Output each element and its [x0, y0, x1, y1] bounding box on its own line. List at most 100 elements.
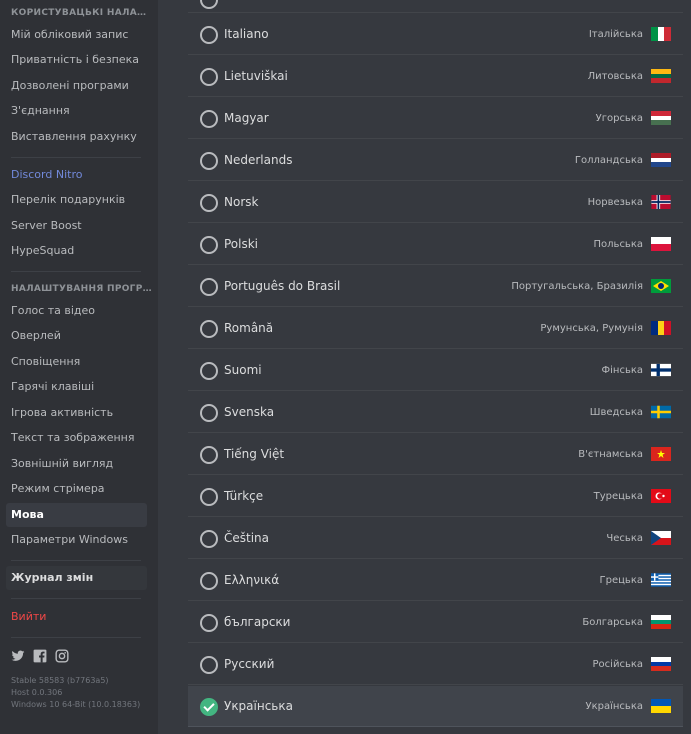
flag-ua-icon: [651, 699, 671, 713]
flag-it-icon: [651, 27, 671, 41]
language-native-name: Фінська: [601, 365, 643, 376]
radio-button[interactable]: [200, 656, 218, 674]
language-name: български: [224, 615, 291, 629]
radio-button[interactable]: [200, 194, 218, 212]
radio-button[interactable]: [200, 278, 218, 296]
radio-button[interactable]: [200, 614, 218, 632]
language-native-name: Литовська: [587, 71, 643, 82]
language-row-partial[interactable]: [188, 0, 683, 13]
radio-button[interactable]: [200, 110, 218, 128]
language-row[interactable]: Türkçe Турецька: [188, 476, 683, 517]
language-native-name: Українська: [585, 701, 644, 712]
flag-lt-icon: [651, 69, 671, 83]
radio-button[interactable]: [200, 320, 218, 338]
flag-br-icon: [651, 279, 671, 293]
language-native-name: Грецька: [599, 575, 643, 586]
build-info-host: Host 0.0.306: [11, 688, 63, 697]
radio-button[interactable]: [200, 0, 218, 9]
language-row[interactable]: Magyar Угорська: [188, 98, 683, 139]
sidebar-item-windows-settings[interactable]: Параметри Windows: [6, 528, 147, 552]
language-name: Čeština: [224, 531, 270, 545]
flag-vn-icon: [651, 447, 671, 461]
flag-ru-icon: [651, 657, 671, 671]
instagram-icon[interactable]: [55, 648, 69, 663]
radio-button[interactable]: [200, 446, 218, 464]
sidebar-item-streamer-mode[interactable]: Режим стрімера: [6, 477, 147, 501]
sidebar-item-my-account[interactable]: Мій обліковий запис: [6, 23, 147, 47]
language-name: Suomi: [224, 363, 262, 377]
radio-button-checked[interactable]: [200, 698, 218, 716]
language-name: Nederlands: [224, 153, 293, 167]
radio-button[interactable]: [200, 572, 218, 590]
social-links: [11, 648, 69, 663]
language-name: Lietuviškai: [224, 69, 288, 83]
language-native-name: Португальська, Бразилія: [511, 281, 643, 292]
language-row[interactable]: Nederlands Голландська: [188, 140, 683, 181]
user-settings-header: КОРИСТУВАЦЬКІ НАЛАШТУВАННЯ: [11, 8, 153, 18]
language-row[interactable]: Suomi Фінська: [188, 350, 683, 391]
radio-button[interactable]: [200, 68, 218, 86]
radio-button[interactable]: [200, 362, 218, 380]
flag-ro-icon: [651, 321, 671, 335]
sidebar-item-keybinds[interactable]: Гарячі клавіші: [6, 375, 147, 399]
language-row[interactable]: Ελληνικά Грецька: [188, 560, 683, 601]
sidebar-item-language[interactable]: Мова: [6, 503, 147, 527]
sidebar-item-changelog[interactable]: Журнал змін: [6, 566, 147, 590]
twitter-icon[interactable]: [11, 648, 25, 662]
language-row[interactable]: Română Румунська, Румунія: [188, 308, 683, 349]
language-name: Norsk: [224, 195, 259, 209]
sidebar-item-voice-video[interactable]: Голос та відео: [6, 299, 147, 323]
flag-gr-icon: [651, 573, 671, 587]
flag-pl-icon: [651, 237, 671, 251]
language-name: Română: [224, 321, 274, 335]
sidebar-item-notifications[interactable]: Сповіщення: [6, 350, 147, 374]
language-name: Українська: [224, 699, 293, 713]
radio-button[interactable]: [200, 236, 218, 254]
language-name: Polski: [224, 237, 259, 251]
language-row[interactable]: Svenska Шведська: [188, 392, 683, 433]
sidebar-item-authorized-apps[interactable]: Дозволені програми: [6, 74, 147, 98]
flag-cz-icon: [651, 531, 671, 545]
radio-button[interactable]: [200, 488, 218, 506]
language-row[interactable]: Čeština Чеська: [188, 518, 683, 559]
language-row[interactable]: Lietuviškai Литовська: [188, 56, 683, 97]
build-info-stable: Stable 58583 (b7763a5): [11, 676, 109, 685]
language-row[interactable]: Українська Українська: [188, 686, 683, 727]
language-row[interactable]: Norsk Норвезька: [188, 182, 683, 223]
language-native-name: В'єтнамська: [578, 449, 643, 460]
radio-button[interactable]: [200, 404, 218, 422]
language-row[interactable]: български Болгарська: [188, 602, 683, 643]
radio-button[interactable]: [200, 530, 218, 548]
language-row[interactable]: Русский Російська: [188, 644, 683, 685]
language-name: Italiano: [224, 27, 269, 41]
language-native-name: Шведська: [589, 407, 643, 418]
language-name: Magyar: [224, 111, 269, 125]
sidebar-divider: [11, 271, 141, 272]
radio-button[interactable]: [200, 26, 218, 44]
language-row[interactable]: Português do Brasil Португальська, Бразил…: [188, 266, 683, 307]
language-row[interactable]: Italiano Італійська: [188, 14, 683, 55]
sidebar-item-text-images[interactable]: Текст та зображення: [6, 426, 147, 450]
sidebar-item-server-boost[interactable]: Server Boost: [6, 214, 147, 238]
sidebar-item-appearance[interactable]: Зовнішній вигляд: [6, 452, 147, 476]
facebook-icon[interactable]: [33, 648, 47, 663]
sidebar-item-privacy-safety[interactable]: Приватність і безпека: [6, 48, 147, 72]
language-name: Svenska: [224, 405, 275, 419]
sidebar-item-gift-inventory[interactable]: Перелік подарунків: [6, 188, 147, 212]
sidebar-item-overlay[interactable]: Оверлей: [6, 324, 147, 348]
radio-button[interactable]: [200, 152, 218, 170]
sidebar-item-connections[interactable]: З'єднання: [6, 99, 147, 123]
language-name: Tiếng Việt: [224, 447, 285, 461]
sidebar-item-game-activity[interactable]: Ігрова активність: [6, 401, 147, 425]
flag-no-icon: [651, 195, 671, 209]
sidebar-divider: [11, 637, 141, 638]
sidebar-item-discord-nitro[interactable]: Discord Nitro: [6, 163, 147, 187]
logout-button[interactable]: Вийти: [6, 605, 147, 629]
language-row[interactable]: Tiếng Việt В'єтнамська: [188, 434, 683, 475]
flag-bg-icon: [651, 615, 671, 629]
sidebar-item-billing[interactable]: Виставлення рахунку: [6, 125, 147, 149]
language-name: Türkçe: [224, 489, 264, 503]
language-row[interactable]: Polski Польська: [188, 224, 683, 265]
language-native-name: Угорська: [595, 113, 643, 124]
sidebar-item-hypesquad[interactable]: HypeSquad: [6, 239, 147, 263]
